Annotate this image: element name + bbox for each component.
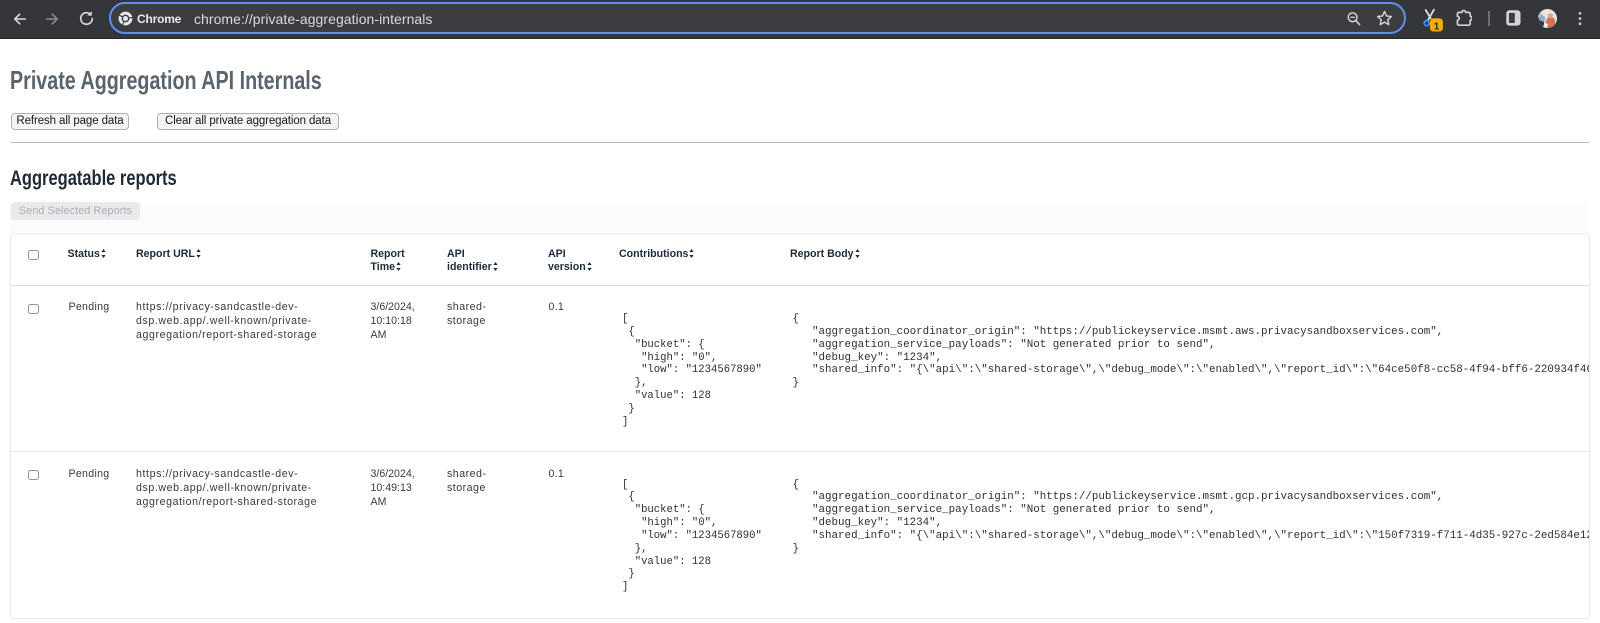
svg-text:1: 1 xyxy=(1434,22,1440,33)
